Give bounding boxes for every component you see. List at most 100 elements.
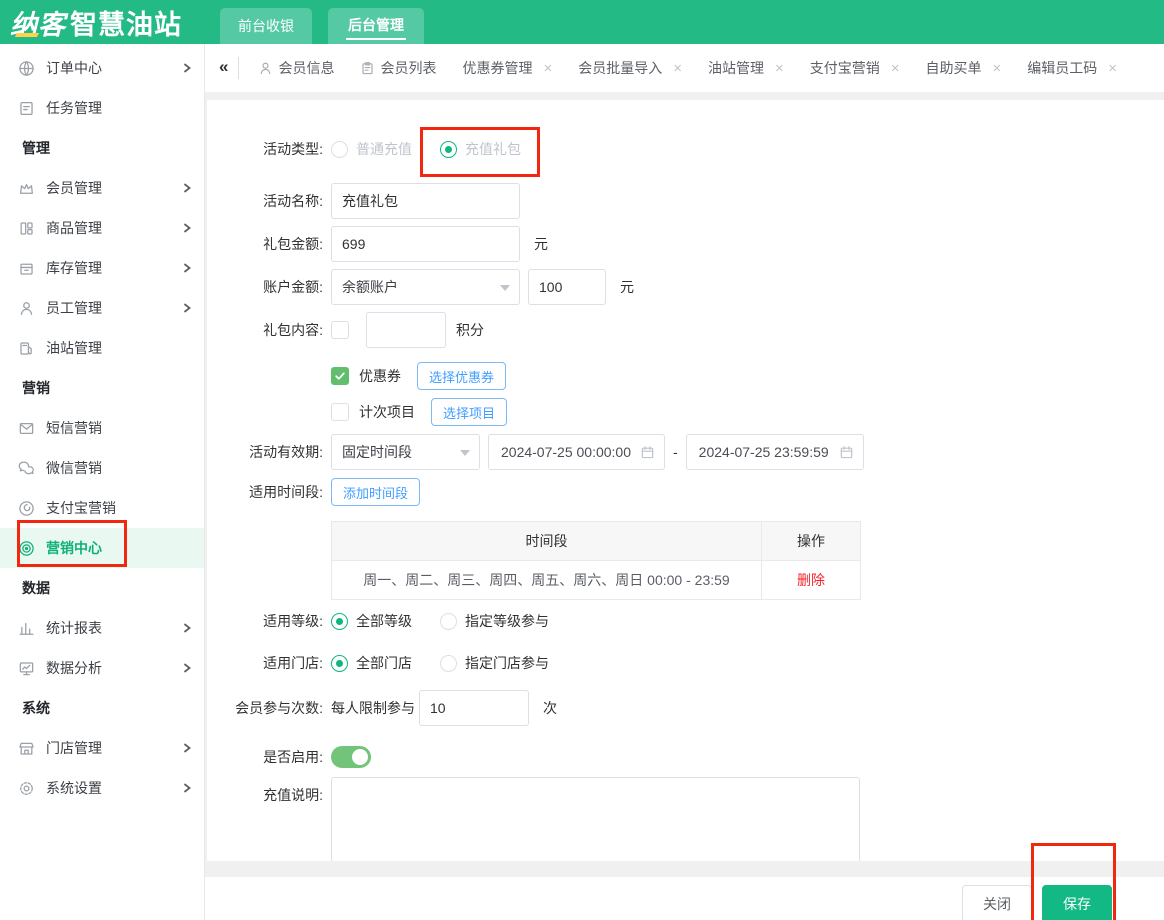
start-datetime-picker[interactable]: 2024-07-25 00:00:00 bbox=[488, 434, 665, 470]
sidebar-item-label: 系统设置 bbox=[46, 778, 182, 798]
chevron-right-icon bbox=[182, 183, 192, 193]
store-icon bbox=[18, 740, 35, 757]
add-time-range-button[interactable]: 添加时间段 bbox=[331, 478, 420, 506]
sidebar-item-label: 微信营销 bbox=[46, 458, 192, 478]
validity-label: 活动有效期: bbox=[207, 442, 323, 462]
sidebar-item-alipay-marketing[interactable]: 支付宝营销 bbox=[0, 488, 204, 528]
radio-normal-recharge-label: 普通充值 bbox=[356, 139, 412, 159]
close-icon[interactable]: × bbox=[775, 60, 784, 77]
points-checkbox[interactable] bbox=[331, 321, 349, 339]
radio-all-stores[interactable] bbox=[331, 655, 348, 672]
sidebar-item-goods-management[interactable]: 商品管理 bbox=[0, 208, 204, 248]
end-datetime-picker[interactable]: 2024-07-25 23:59:59 bbox=[686, 434, 864, 470]
validity-mode-select[interactable]: 固定时间段 bbox=[331, 434, 480, 470]
close-icon[interactable]: × bbox=[543, 60, 552, 77]
tab-member-batch-import[interactable]: 会员批量导入 × bbox=[565, 44, 695, 92]
tab-coupon-management[interactable]: 优惠券管理 × bbox=[449, 44, 565, 92]
collapse-sidebar-button[interactable]: « bbox=[217, 57, 238, 80]
tab-member-list[interactable]: 会员列表 bbox=[347, 44, 449, 92]
sidebar-item-label: 门店管理 bbox=[46, 738, 182, 758]
nav-tab-front-cashier[interactable]: 前台收银 bbox=[220, 8, 312, 44]
sidebar-item-label: 库存管理 bbox=[46, 258, 182, 278]
points-input[interactable] bbox=[366, 312, 446, 348]
tab-label: 优惠券管理 bbox=[462, 58, 532, 78]
sidebar-section-system: 系统 bbox=[0, 688, 204, 728]
tab-label: 编辑员工码 bbox=[1027, 58, 1097, 78]
activity-name-row: 活动名称: bbox=[207, 183, 1164, 219]
sidebar-item-label: 营销中心 bbox=[46, 538, 192, 558]
sidebar-item-station-management[interactable]: 油站管理 bbox=[0, 328, 204, 368]
close-icon[interactable]: × bbox=[993, 60, 1002, 77]
sidebar-item-label: 会员管理 bbox=[46, 178, 182, 198]
tab-member-info[interactable]: 会员信息 bbox=[245, 44, 347, 92]
sidebar-item-staff-management[interactable]: 员工管理 bbox=[0, 288, 204, 328]
sidebar-section-data: 数据 bbox=[0, 568, 204, 608]
radio-specified-stores[interactable] bbox=[440, 655, 457, 672]
close-button[interactable]: 关闭 bbox=[962, 885, 1032, 920]
select-item-button[interactable]: 选择项目 bbox=[431, 398, 507, 426]
table-cell-period: 周一、周二、周三、周四、周五、周六、周日 00:00 - 23:59 bbox=[332, 561, 762, 600]
join-times-label: 会员参与次数: bbox=[207, 698, 323, 718]
radio-all-levels[interactable] bbox=[331, 613, 348, 630]
delete-link[interactable]: 删除 bbox=[797, 572, 825, 588]
start-datetime-value: 2024-07-25 00:00:00 bbox=[501, 444, 631, 460]
sidebar-item-member-management[interactable]: 会员管理 bbox=[0, 168, 204, 208]
close-icon[interactable]: × bbox=[1108, 60, 1117, 77]
tab-self-service-order[interactable]: 自助买单 × bbox=[913, 44, 1015, 92]
radio-normal-recharge[interactable] bbox=[331, 141, 348, 158]
radio-all-stores-label: 全部门店 bbox=[356, 653, 412, 673]
user-icon bbox=[258, 61, 273, 76]
crown-icon bbox=[18, 180, 35, 197]
app-header: 纳客 智慧油站 前台收银 后台管理 bbox=[0, 0, 1164, 44]
edit-activity-panel: 活动类型: 普通充值 充值礼包 活动名称: 礼包金额: 元 bbox=[207, 100, 1164, 861]
sidebar-item-inventory-management[interactable]: 库存管理 bbox=[0, 248, 204, 288]
close-icon[interactable]: × bbox=[891, 60, 900, 77]
nav-tab-backend-admin[interactable]: 后台管理 bbox=[328, 8, 424, 44]
header-nav: 前台收银 后台管理 bbox=[220, 8, 424, 44]
sidebar-item-order-center[interactable]: 订单中心 bbox=[0, 48, 204, 88]
description-textarea[interactable] bbox=[331, 777, 860, 861]
account-amount-input[interactable] bbox=[528, 269, 606, 305]
chevron-right-icon bbox=[182, 663, 192, 673]
count-item-checkbox[interactable] bbox=[331, 403, 349, 421]
account-amount-row: 账户金额: 余额账户 元 bbox=[207, 269, 1164, 305]
inventory-box-icon bbox=[18, 260, 35, 277]
radio-specified-levels[interactable] bbox=[440, 613, 457, 630]
activity-name-input[interactable] bbox=[331, 183, 520, 219]
tabbar-divider bbox=[238, 57, 239, 79]
enable-toggle[interactable] bbox=[331, 746, 371, 768]
account-type-select[interactable]: 余额账户 bbox=[331, 269, 520, 305]
sidebar-item-label: 员工管理 bbox=[46, 298, 182, 318]
package-content-label: 礼包内容: bbox=[207, 320, 323, 340]
table-header-period: 时间段 bbox=[332, 522, 762, 561]
count-item-label: 计次项目 bbox=[359, 402, 415, 422]
package-amount-unit: 元 bbox=[534, 234, 548, 254]
tab-alipay-marketing[interactable]: 支付宝营销 × bbox=[797, 44, 913, 92]
sidebar-item-sms-marketing[interactable]: 短信营销 bbox=[0, 408, 204, 448]
account-amount-label: 账户金额: bbox=[207, 277, 323, 297]
tab-station-management[interactable]: 油站管理 × bbox=[695, 44, 797, 92]
coupon-row: 优惠券 选择优惠券 bbox=[331, 362, 1164, 390]
sidebar-item-data-analysis[interactable]: 数据分析 bbox=[0, 648, 204, 688]
sidebar-item-marketing-center[interactable]: 营销中心 bbox=[0, 528, 204, 568]
sidebar-item-statistics-report[interactable]: 统计报表 bbox=[0, 608, 204, 648]
activity-name-label: 活动名称: bbox=[207, 191, 323, 211]
sidebar-item-task-management[interactable]: 任务管理 bbox=[0, 88, 204, 128]
check-icon bbox=[334, 370, 346, 382]
radio-recharge-package[interactable] bbox=[440, 141, 457, 158]
account-type-value: 余额账户 bbox=[342, 277, 398, 297]
select-coupon-button[interactable]: 选择优惠券 bbox=[417, 362, 506, 390]
tab-label: 自助买单 bbox=[926, 58, 982, 78]
save-button[interactable]: 保存 bbox=[1042, 885, 1112, 920]
join-times-input[interactable] bbox=[419, 690, 529, 726]
enabled-row: 是否启用: bbox=[207, 746, 1164, 768]
tab-edit-staff-code[interactable]: 编辑员工码 × bbox=[1014, 44, 1130, 92]
sidebar-item-system-settings[interactable]: 系统设置 bbox=[0, 768, 204, 808]
coupon-checkbox[interactable] bbox=[331, 367, 349, 385]
close-icon[interactable]: × bbox=[673, 60, 682, 77]
package-amount-input[interactable] bbox=[331, 226, 520, 262]
sidebar-item-wechat-marketing[interactable]: 微信营销 bbox=[0, 448, 204, 488]
gear-icon bbox=[18, 780, 35, 797]
sidebar-item-shop-management[interactable]: 门店管理 bbox=[0, 728, 204, 768]
chevron-down-icon bbox=[500, 285, 510, 291]
